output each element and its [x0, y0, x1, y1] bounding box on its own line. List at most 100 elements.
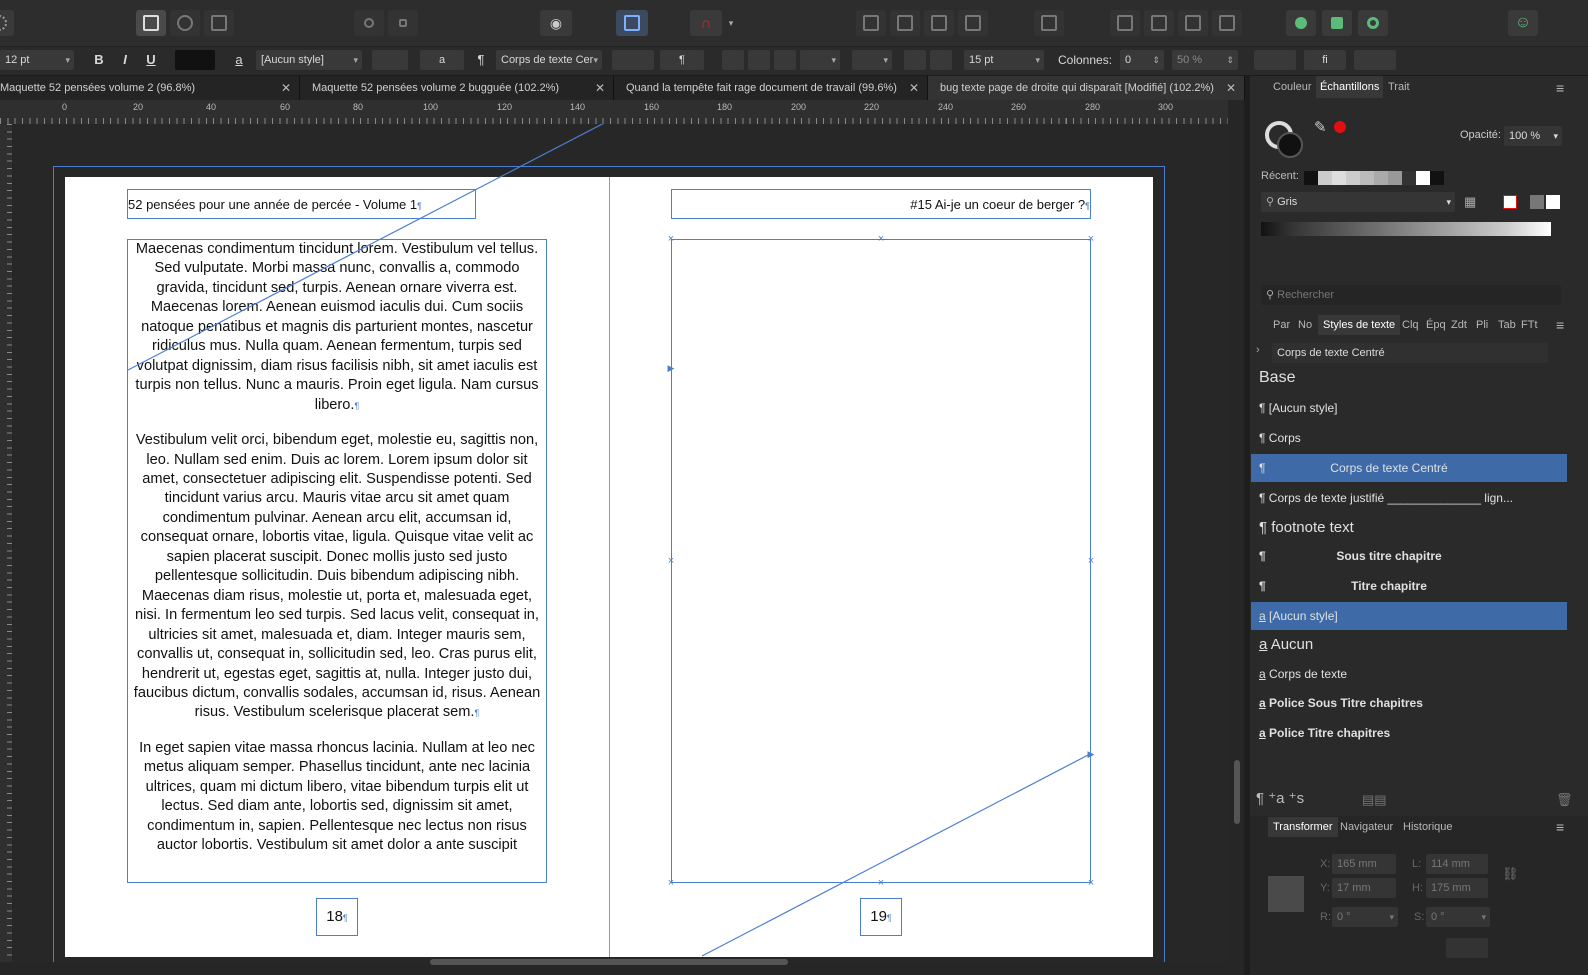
para-style-update-icon[interactable] [612, 50, 654, 70]
tab-navigateur[interactable]: Navigateur [1340, 821, 1393, 833]
palette-select[interactable]: ⚲ Gris ▾ [1261, 192, 1455, 212]
italic-button[interactable]: I [114, 50, 136, 70]
vertical-ruler[interactable] [0, 124, 12, 962]
y-field[interactable]: 17 mm [1332, 878, 1396, 898]
para-style-select[interactable]: Corps de texte Cer ▾ [496, 50, 602, 70]
document-tab[interactable]: Maquette 52 pensées volume 2 bugguée (10… [300, 76, 614, 100]
text-frame-options-icon[interactable] [616, 10, 648, 36]
text-color-swatch[interactable] [175, 50, 215, 70]
expand-chevron-icon[interactable]: › [1256, 344, 1260, 356]
recent-swatches[interactable] [1304, 171, 1444, 185]
style-row-selected[interactable]: a [Aucun style]≡ [1251, 602, 1567, 630]
rotate-right-icon[interactable] [1212, 10, 1242, 36]
tab-couleur[interactable]: Couleur [1273, 81, 1312, 93]
panel-menu-icon[interactable]: ≡ [1556, 819, 1564, 835]
rotation-field[interactable]: 0 ° ▾ [1332, 907, 1398, 927]
align-center-icon[interactable] [748, 50, 770, 70]
arrange-front-icon[interactable] [958, 10, 988, 36]
search-input[interactable]: ⚲ Rechercher [1261, 285, 1561, 305]
flip-h-icon[interactable] [1110, 10, 1140, 36]
close-icon[interactable]: ✕ [909, 76, 919, 100]
panel-menu-icon[interactable]: ≡ [1556, 317, 1564, 333]
leading-select[interactable]: 15 pt ▾ [964, 50, 1044, 70]
numbered-list-icon[interactable] [930, 50, 952, 70]
arrange-back-icon[interactable] [856, 10, 886, 36]
swatch-options-icon[interactable]: ▦ [1464, 194, 1476, 210]
pin-icon[interactable] [354, 10, 384, 36]
l-field[interactable]: 114 mm [1426, 854, 1488, 874]
arrange-backward-icon[interactable] [890, 10, 920, 36]
baseline-icon[interactable] [1354, 50, 1396, 70]
anchor-point-selector-icon[interactable] [1268, 876, 1304, 912]
style-row[interactable]: ¶Sous titre chapitre≡ [1251, 542, 1567, 570]
document-tab[interactable]: Quand la tempête fait rage document de t… [614, 76, 928, 100]
style-tools-icon[interactable]: ▤▤ [1362, 792, 1387, 808]
tab-echantillons[interactable]: Échantillons [1316, 76, 1384, 98]
gutter-input[interactable]: 50 % ⇕ [1172, 50, 1238, 70]
user-account-icon[interactable]: ☺ [1508, 10, 1538, 36]
style-row[interactable]: ¶Titre chapitre≡ [1251, 572, 1567, 600]
para-pilcrow-button[interactable]: ¶ [660, 50, 704, 70]
ligature-button[interactable]: fi [1304, 50, 1346, 70]
vertical-scrollbar-track[interactable] [1228, 100, 1244, 962]
align-right-icon[interactable] [774, 50, 796, 70]
char-style-update-icon[interactable] [372, 50, 408, 70]
document-canvas[interactable]: 52 pensées pour une année de percée - Vo… [12, 124, 1228, 962]
tab-transformer[interactable]: Transformer [1268, 817, 1338, 837]
columns-input[interactable]: 0 ⇕ [1120, 50, 1164, 70]
none-swatch-icon[interactable] [1503, 195, 1517, 209]
tab-historique[interactable]: Historique [1403, 821, 1453, 833]
tab-par[interactable]: Par [1273, 319, 1290, 331]
tab-trait[interactable]: Trait [1388, 81, 1410, 93]
tab-pli[interactable]: Pli [1476, 319, 1488, 331]
eyedropper-icon[interactable]: ✎ [1314, 118, 1327, 136]
bullet-list-icon[interactable] [904, 50, 926, 70]
gray-swatch[interactable] [1530, 195, 1544, 209]
para-a-button[interactable]: a [420, 50, 464, 70]
document-tab-active[interactable]: bug texte page de droite qui disparaît [… [928, 76, 1245, 100]
tab-clq[interactable]: Clq [1402, 319, 1419, 331]
style-row[interactable]: Base≡ [1251, 364, 1567, 392]
close-icon[interactable]: ✕ [1226, 76, 1236, 100]
document-tab[interactable]: Maquette 52 pensées volume 2 (96.8%) ✕ [0, 76, 300, 100]
horizontal-ruler[interactable]: 0 20 40 60 80 100 120 140 160 180 200 22… [0, 100, 1228, 125]
h-field[interactable]: 175 mm [1426, 878, 1488, 898]
style-row-selected[interactable]: ¶Corps de texte Centré≡ [1251, 454, 1567, 482]
char-style-select[interactable]: [Aucun style] ▾ [256, 50, 362, 70]
boolean-intersect-icon[interactable] [1358, 10, 1388, 36]
white-swatch[interactable] [1546, 195, 1560, 209]
close-icon[interactable]: ✕ [281, 76, 291, 100]
align-justify-icon[interactable]: ▾ [800, 50, 840, 70]
current-style-field[interactable]: Corps de texte Centré [1272, 343, 1548, 363]
style-row[interactable]: ¶ Corps≡ [1251, 424, 1567, 452]
bold-button[interactable]: B [88, 50, 110, 70]
vertical-scrollbar-thumb[interactable] [1234, 760, 1240, 824]
tab-no[interactable]: No [1298, 319, 1312, 331]
style-row[interactable]: ¶ Corps de texte justifié ______________… [1251, 484, 1567, 512]
arrange-forward-icon[interactable] [924, 10, 954, 36]
tab-ftt[interactable]: FTt [1521, 319, 1538, 331]
align-left-icon[interactable] [722, 50, 744, 70]
font-size-select[interactable]: 12 pt ▾ [0, 50, 74, 70]
picked-color-swatch[interactable] [1334, 121, 1346, 133]
tab-zdt[interactable]: Zdt [1451, 319, 1467, 331]
shear-field[interactable]: 0 ° ▾ [1426, 907, 1490, 927]
boolean-add-icon[interactable] [1286, 10, 1316, 36]
rotate-left-icon[interactable] [1178, 10, 1208, 36]
style-row[interactable]: a Police Titre chapitres≡ [1251, 719, 1567, 747]
flip-v-icon[interactable] [1144, 10, 1174, 36]
link-proportions-icon[interactable]: ⛓ [1502, 866, 1519, 882]
frame-text-tool-icon[interactable] [136, 10, 166, 36]
add-style-icons[interactable]: ¶ ⁺a ⁺s [1256, 789, 1304, 807]
tab-tab[interactable]: Tab [1498, 319, 1516, 331]
boolean-subtract-icon[interactable] [1322, 10, 1352, 36]
anchor-icon[interactable] [388, 10, 418, 36]
snapping-magnet-icon[interactable]: ∩ [690, 10, 722, 36]
tab-epq[interactable]: Épq [1426, 319, 1446, 331]
align-icon[interactable] [1034, 10, 1064, 36]
panel-menu-icon[interactable]: ≡ [1556, 80, 1564, 96]
stroke-color-well-icon[interactable] [1277, 132, 1303, 158]
style-row[interactable]: a Corps de texte≡ [1251, 660, 1567, 688]
trash-icon[interactable]: 🗑 [1556, 792, 1573, 808]
vertical-align-icon[interactable]: ▾ [852, 50, 892, 70]
